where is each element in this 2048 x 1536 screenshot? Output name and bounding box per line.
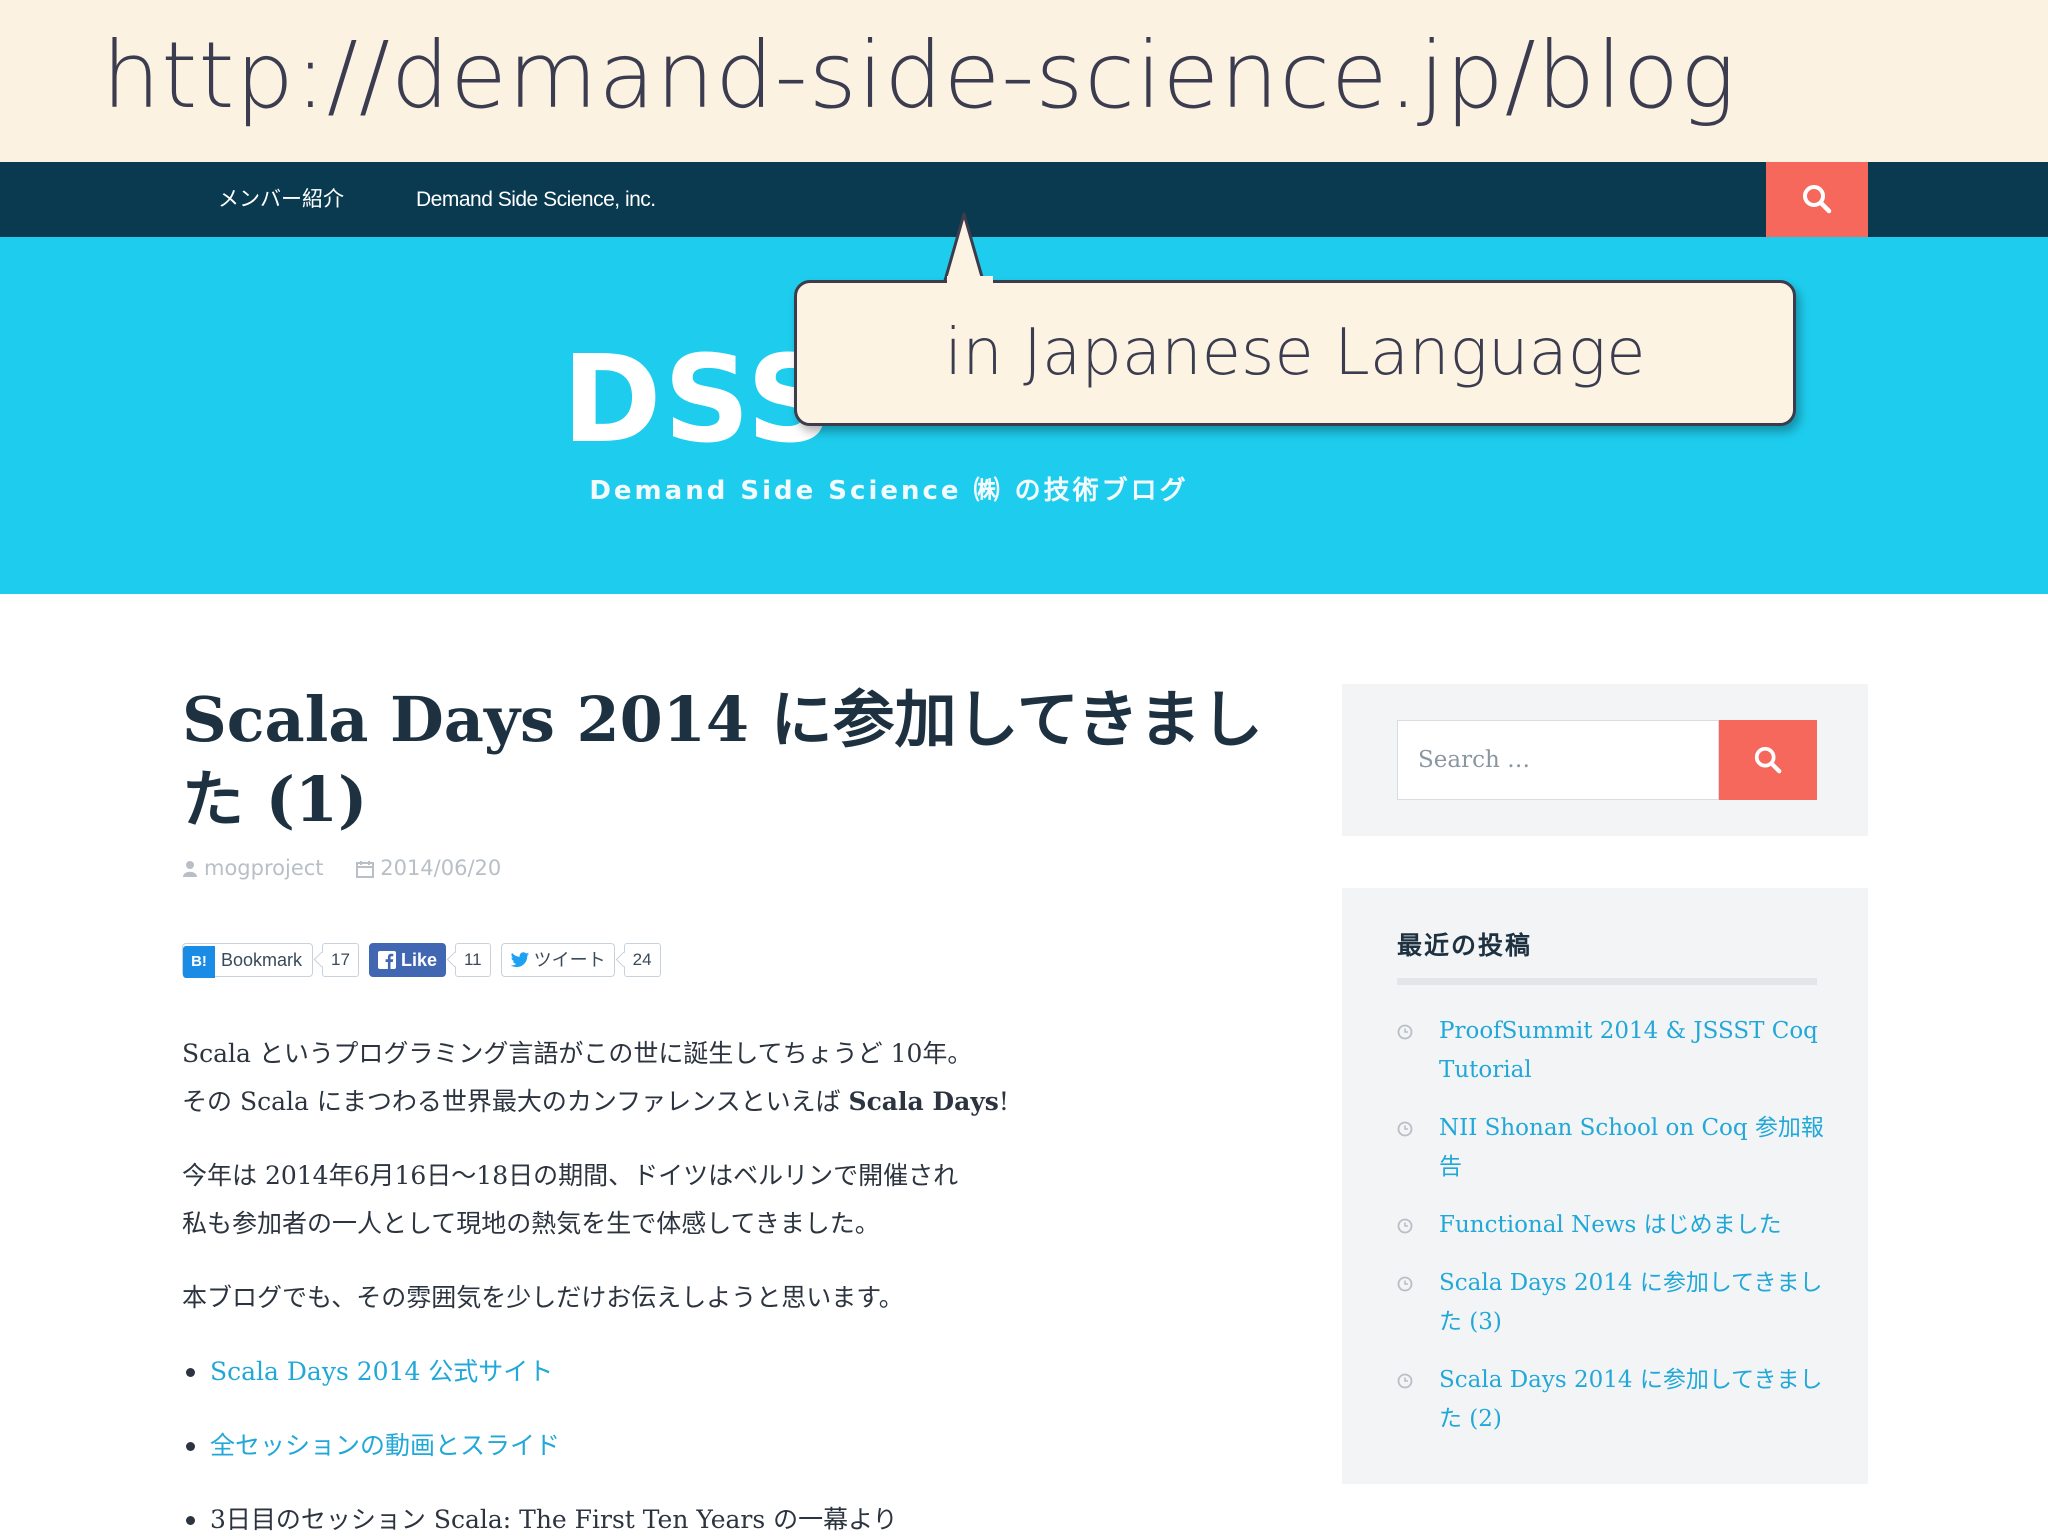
- post-paragraph: Scala というプログラミング言語がこの世に誕生してちょうど 10年。 その …: [182, 1030, 1082, 1126]
- list-item: Functional News はじめました: [1397, 1206, 1827, 1245]
- post-content: Scala というプログラミング言語がこの世に誕生してちょうど 10年。 その …: [182, 1030, 1082, 1536]
- recent-post-link[interactable]: Scala Days 2014 に参加してきました (3): [1439, 1270, 1822, 1335]
- nav-item-company[interactable]: Demand Side Science, inc.: [416, 162, 656, 237]
- search-icon: [1803, 185, 1832, 214]
- facebook-label: Like: [400, 950, 437, 970]
- paragraph-line: 私も参加者の一人として現地の熱気を生で体感してきました。: [182, 1209, 880, 1238]
- list-item: ProofSummit 2014 & JSSST Coq Tutorial: [1397, 1012, 1827, 1090]
- share-buttons: B! Bookmark 17 Like 11 ツイート 24: [182, 943, 671, 979]
- calendar-icon: [356, 861, 375, 878]
- post-title: Scala Days 2014 に参加してきました (1): [182, 683, 1263, 836]
- post-author-name: mogproject: [204, 856, 324, 880]
- list-item: Scala Days 2014 公式サイト: [182, 1348, 1082, 1396]
- facebook-icon: [377, 951, 396, 969]
- twitter-icon: [510, 952, 529, 968]
- post-meta: mogproject 2014/06/20: [182, 856, 527, 880]
- paragraph-strong: Scala Days: [848, 1087, 999, 1116]
- sidebar-search-widget: [1342, 684, 1868, 836]
- post-paragraph: 今年は 2014年6月16日〜18日の期間、ドイツはベルリンで開催され 私も参加…: [182, 1152, 1082, 1248]
- list-item: Scala Days 2014 に参加してきました (3): [1397, 1264, 1827, 1342]
- recent-post-link[interactable]: Functional News はじめました: [1439, 1212, 1782, 1238]
- list-item: NII Shonan School on Coq 参加報告: [1397, 1109, 1827, 1187]
- facebook-count: 11: [454, 943, 491, 977]
- recent-posts-divider: [1397, 978, 1817, 985]
- post-link-list: Scala Days 2014 公式サイト 全セッションの動画とスライド 3日目…: [182, 1348, 1082, 1536]
- hatena-count: 17: [322, 943, 359, 977]
- tweet-label: ツイート: [533, 950, 606, 970]
- recent-posts-title: 最近の投稿: [1397, 931, 1533, 960]
- paragraph-line: 今年は 2014年6月16日〜18日の期間、ドイツはベルリンで開催され: [182, 1161, 959, 1190]
- site-tagline: Demand Side Science ㈱ の技術ブログ: [0, 470, 2048, 507]
- callout-pointer: [942, 212, 986, 286]
- sidebar-recent-posts-widget: 最近の投稿 ProofSummit 2014 & JSSST Coq Tutor…: [1342, 888, 1868, 1484]
- clock-icon: [1397, 1276, 1413, 1292]
- post-paragraph: 本ブログでも、その雰囲気を少しだけお伝えしようと思います。: [182, 1274, 1082, 1322]
- list-item: 全セッションの動画とスライド: [182, 1422, 1082, 1470]
- paragraph-line: その Scala にまつわる世界最大のカンファレンスといえば: [182, 1087, 849, 1116]
- paragraph-line: 本ブログでも、その雰囲気を少しだけお伝えしようと思います。: [182, 1283, 904, 1312]
- user-icon: [183, 861, 197, 877]
- list-item: 3日目のセッション Scala: The First Ten Years の一幕…: [182, 1496, 1082, 1536]
- link-scala-days-official[interactable]: Scala Days 2014 公式サイト: [210, 1357, 553, 1386]
- url-banner: http://demand-side-science.jp/blog: [0, 0, 2048, 162]
- recent-post-link[interactable]: ProofSummit 2014 & JSSST Coq Tutorial: [1439, 1018, 1818, 1083]
- link-sessions-videos[interactable]: 全セッションの動画とスライド: [210, 1431, 560, 1460]
- clock-icon: [1397, 1373, 1413, 1389]
- site-tagline-text: Demand Side Science ㈱ の技術ブログ: [589, 476, 1189, 506]
- tweet-count: 24: [623, 943, 661, 977]
- recent-post-link[interactable]: NII Shonan School on Coq 参加報告: [1439, 1115, 1824, 1180]
- clock-icon: [1397, 1024, 1413, 1040]
- callout-bubble: in Japanese Language: [794, 280, 1796, 426]
- post-date-text: 2014/06/20: [380, 856, 502, 880]
- post-date[interactable]: 2014/06/20: [356, 856, 501, 880]
- url-text: http://demand-side-science.jp/blog: [102, 22, 1737, 129]
- sidebar-search-button[interactable]: [1719, 720, 1817, 800]
- callout-text: in Japanese Language: [944, 316, 1646, 390]
- hatena-bookmark-button[interactable]: B! Bookmark: [182, 943, 314, 978]
- top-navbar: メンバー紹介 Demand Side Science, inc.: [0, 162, 2048, 237]
- tweet-button[interactable]: ツイート: [500, 943, 615, 977]
- sidebar-search-input[interactable]: [1397, 720, 1719, 800]
- recent-posts-list: ProofSummit 2014 & JSSST Coq Tutorial NI…: [1397, 1012, 1827, 1458]
- hatena-icon: B!: [183, 946, 215, 978]
- callout-pointer-join: [947, 276, 993, 286]
- search-icon: [1754, 746, 1782, 774]
- clock-icon: [1397, 1218, 1413, 1234]
- list-item: Scala Days 2014 に参加してきました (2): [1397, 1361, 1827, 1439]
- clock-icon: [1397, 1121, 1413, 1137]
- post-author[interactable]: mogproject: [182, 856, 324, 880]
- paragraph-line: !: [998, 1087, 1009, 1116]
- nav-item-members[interactable]: メンバー紹介: [218, 162, 344, 237]
- paragraph-line: Scala というプログラミング言語がこの世に誕生してちょうど 10年。: [182, 1039, 973, 1068]
- hatena-label: Bookmark: [221, 950, 303, 970]
- recent-post-link[interactable]: Scala Days 2014 に参加してきました (2): [1439, 1367, 1822, 1432]
- nav-search-button[interactable]: [1766, 162, 1868, 237]
- facebook-like-button[interactable]: Like: [368, 943, 446, 977]
